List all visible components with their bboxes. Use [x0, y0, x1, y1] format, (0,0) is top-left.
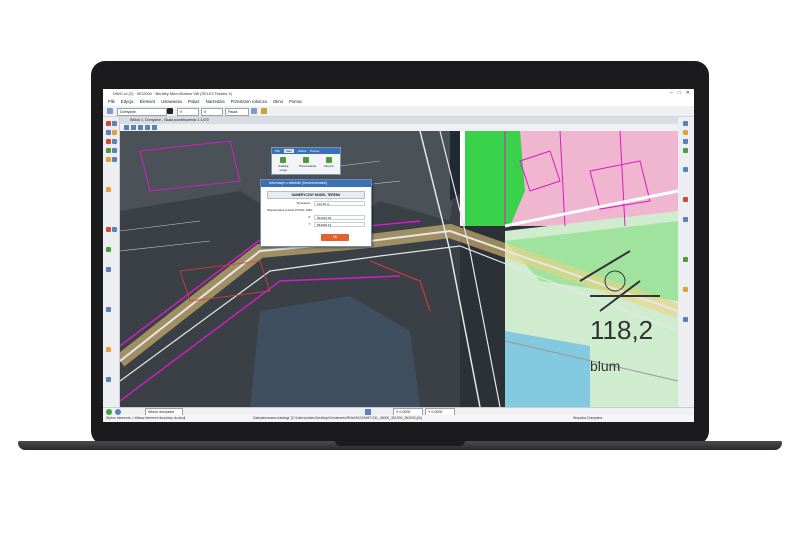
x-value: 501919.29 — [314, 215, 365, 220]
left-tool-palette — [103, 117, 120, 407]
height-value: 112.25 m — [314, 201, 365, 206]
menu-item[interactable]: Okno — [273, 99, 283, 104]
measure-tool-icon[interactable] — [106, 157, 111, 162]
menu-item[interactable]: Przestrzen robocza — [231, 99, 267, 104]
weight-combo[interactable]: 0 — [201, 108, 223, 116]
style-combo[interactable]: 0 — [177, 108, 199, 116]
map-label-text: blum — [590, 358, 620, 374]
menu-item[interactable]: Pomoc — [289, 99, 302, 104]
coord-caption-row: Wspolrzedne punktu PUWG 1992: — [267, 208, 365, 213]
map-layer-icon[interactable] — [683, 257, 688, 262]
view-title: Widok 1, Domyslne - Skala powiekszenia: … — [130, 118, 209, 122]
element-selection-tool-icon[interactable] — [106, 121, 111, 126]
view-control-toolbar — [120, 124, 678, 131]
object-info-dialog: Informacje o obiekcie [GeoInformation] N… — [260, 179, 372, 247]
dialog-subtitle: NUMERYCZNY MODEL TERENU — [267, 191, 365, 199]
title-bar: DWG.rd (2) · 0E/2000 · Bentley MicroStat… — [103, 89, 694, 98]
drop-tool-icon[interactable] — [106, 377, 111, 382]
attributes-toolbar: Domyslne 0 0 Pauta — [103, 106, 694, 117]
fit-view-icon[interactable] — [138, 125, 143, 130]
ribbon-tabs: Plik Start Widok Pomoc — [272, 148, 340, 154]
color-icon[interactable] — [167, 108, 173, 114]
pan-button[interactable]: Przesuwanie — [299, 157, 316, 172]
map-icon — [280, 157, 287, 163]
pan-icon[interactable] — [145, 125, 150, 130]
minimize-icon[interactable]: – — [670, 89, 673, 98]
dialog-title: Informacje o obiekcie [GeoInformation] — [261, 180, 371, 187]
ribbon-tab[interactable]: Plik — [275, 149, 280, 153]
print-icon[interactable] — [683, 317, 688, 322]
pan-icon — [302, 157, 309, 163]
nmt-icon[interactable] — [683, 197, 688, 202]
circle-tool-icon[interactable] — [112, 139, 117, 144]
text-a-tool-icon[interactable] — [106, 227, 111, 232]
height-label: Wysokosc: — [296, 201, 311, 205]
y-value: 564928.13 — [314, 222, 365, 227]
copy-tool-icon[interactable] — [106, 130, 111, 135]
map-canvas[interactable]: 118,2 blum Plik Start Widok Pomoc Zaladu… — [120, 131, 678, 407]
maximize-icon[interactable]: □ — [678, 89, 681, 98]
status-reference: Zaktualizowano katalogi: [C:\Users\stole… — [253, 416, 422, 420]
coord-caption: Wspolrzedne punktu PUWG 1992: — [267, 208, 313, 212]
geo-info-icon[interactable] — [683, 217, 688, 222]
move-tool-icon[interactable] — [112, 121, 117, 126]
status-workspace: Wspolna Domyslna — [573, 416, 603, 420]
menu-item[interactable]: Element — [140, 99, 155, 104]
ribbon-tab-active[interactable]: Start — [283, 149, 295, 153]
ribbon-tab[interactable]: Pomoc — [310, 149, 319, 153]
fence-tool-icon[interactable] — [112, 148, 117, 153]
rotate-view-icon[interactable] — [152, 125, 157, 130]
references-icon[interactable] — [683, 130, 688, 135]
menu-item[interactable]: Narzedzia — [206, 99, 225, 104]
y-label: Y: — [308, 222, 311, 226]
hide-button[interactable]: Ukrycie — [322, 157, 336, 172]
view-attributes-icon[interactable] — [683, 121, 688, 126]
geo-ribbon: Plik Start Widok Pomoc Zaladuj mapy Prze… — [271, 147, 341, 175]
close-icon[interactable]: ✕ — [686, 89, 690, 98]
level-manager-icon[interactable] — [683, 148, 688, 153]
map-drawing: 118,2 blum — [120, 131, 678, 407]
orthophoto-icon[interactable] — [683, 287, 688, 292]
zoom-out-icon[interactable] — [131, 125, 136, 130]
menu-item[interactable]: Pokaz — [188, 99, 200, 104]
pattern-tool-icon[interactable] — [106, 247, 111, 252]
status-bar: Wybor elementu > Wskaz element docelowy … — [103, 415, 694, 422]
window-title: DWG.rd (2) · 0E/2000 · Bentley MicroStat… — [113, 91, 232, 96]
laptop-notch — [335, 441, 465, 446]
status-message: Wybor elementu > Wskaz element docelowy … — [106, 416, 186, 420]
line-tool-icon[interactable] — [112, 130, 117, 135]
transparency-icon[interactable] — [261, 108, 267, 114]
scale-combo[interactable]: Pauta — [225, 108, 249, 116]
polygon-tool-icon[interactable] — [106, 148, 111, 153]
menu-bar: Plik Edycja Element Ustawienia Pokaz Nar… — [103, 98, 694, 106]
layer-icon[interactable] — [251, 108, 257, 114]
map-label-number: 118,2 — [590, 315, 653, 345]
hide-icon — [325, 157, 332, 163]
text-tool-icon[interactable] — [112, 157, 117, 162]
menu-item[interactable]: Ustawienia — [161, 99, 181, 104]
app-window: DWG.rd (2) · 0E/2000 · Bentley MicroStat… — [103, 89, 694, 422]
load-maps-button[interactable]: Zaladuj mapy — [276, 157, 290, 172]
view-title-bar: Widok 1, Domyslne - Skala powiekszenia: … — [120, 117, 678, 124]
menu-item[interactable]: Edycja — [121, 99, 134, 104]
display-style-icon[interactable] — [683, 167, 688, 172]
arc-tool-icon[interactable] — [106, 139, 111, 144]
menu-item[interactable]: Plik — [108, 99, 115, 104]
ok-button[interactable]: Ok — [321, 234, 349, 241]
ribbon-tab[interactable]: Widok — [298, 149, 306, 153]
x-label: X: — [308, 215, 311, 219]
x-row: X: 501919.29 — [267, 215, 365, 220]
raster-manager-icon[interactable] — [683, 139, 688, 144]
dimension-tool-icon[interactable] — [112, 227, 117, 232]
y-row: Y: 564928.13 — [267, 222, 365, 227]
zoom-in-icon[interactable] — [124, 125, 129, 130]
height-row: Wysokosc: 112.25 m — [267, 201, 365, 206]
right-tool-palette — [677, 117, 694, 407]
cell-tool-icon[interactable] — [106, 187, 111, 192]
group-tool-icon[interactable] — [106, 267, 111, 272]
delete-tool-icon[interactable] — [106, 347, 111, 352]
level-combo[interactable]: Domyslne — [117, 108, 167, 116]
modify-tool-icon[interactable] — [106, 307, 111, 312]
element-selection-icon[interactable] — [107, 108, 113, 114]
